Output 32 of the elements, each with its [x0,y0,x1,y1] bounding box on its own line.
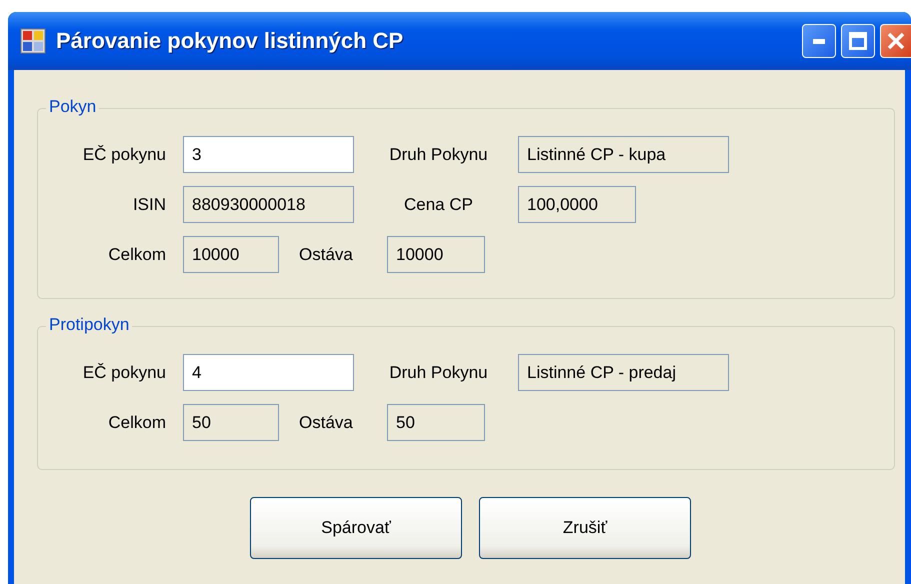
text-field[interactable]: 10000 [183,236,279,273]
field-label: Ostáva [299,412,354,432]
text-field[interactable]: 10000 [387,236,485,273]
text-field[interactable]: 880930000018 [183,186,354,223]
field-label: EČ pokynu [82,144,166,164]
close-icon [887,32,905,50]
field-label: Druh Pokynu [388,144,489,164]
text-field[interactable]: 100,0000 [518,186,636,223]
maximize-button[interactable] [841,24,875,58]
minimize-button[interactable] [802,24,836,58]
app-icon [20,28,46,54]
window-title: Párovanie pokynov listinných CP [56,28,404,54]
group-title: Pokyn [46,97,100,117]
text-field[interactable]: 50 [387,404,485,441]
maximize-icon [849,32,867,50]
field-label: Celkom [107,244,166,264]
close-button[interactable] [880,24,911,58]
field-label: Celkom [107,412,166,432]
text-field[interactable]: 50 [183,404,279,441]
minimize-icon [813,38,825,44]
text-field[interactable]: Listinné CP - kupa [518,136,729,173]
field-label: ISIN [132,194,166,214]
field-label: Cena CP [403,194,474,214]
dialog-button[interactable]: Zrušiť [479,497,691,559]
text-field[interactable]: Listinné CP - predaj [518,354,729,391]
field-label: EČ pokynu [82,362,166,382]
field-label: Druh Pokynu [388,362,489,382]
group-title: Protipokyn [46,315,132,335]
text-field[interactable]: 3 [183,136,354,173]
dialog-button[interactable]: Spárovať [250,497,462,559]
text-field[interactable]: 4 [183,354,354,391]
field-label: Ostáva [299,244,354,264]
